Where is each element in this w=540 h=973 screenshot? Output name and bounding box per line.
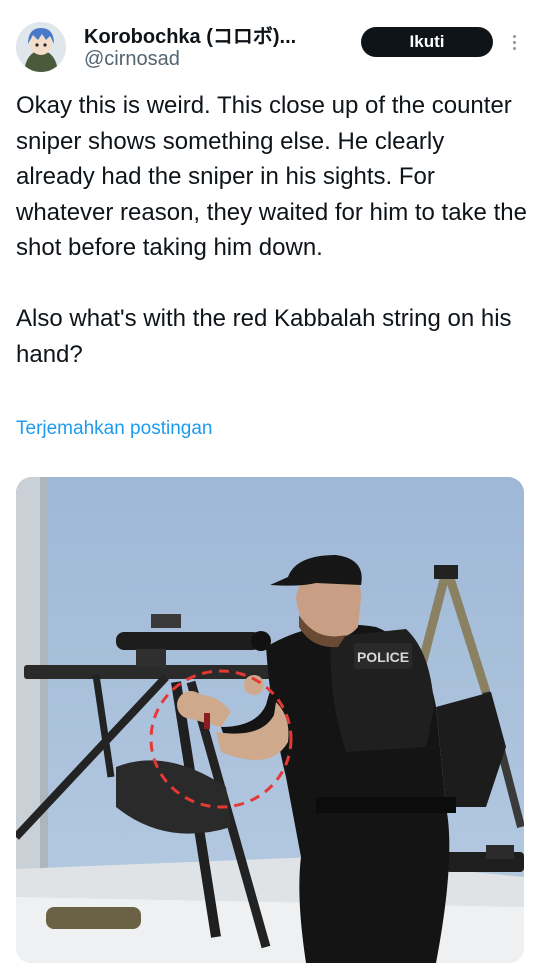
author-handle[interactable]: @cirnosad	[84, 48, 180, 71]
tweet-paragraph: Okay this is weird. This close up of the…	[16, 92, 527, 261]
tweet-text: Okay this is weird. This close up of the…	[16, 88, 528, 372]
author-display-name[interactable]: Korobochka (コロボ)...	[84, 20, 296, 49]
translate-post-link[interactable]: Terjemahkan postingan	[16, 418, 212, 440]
more-vertical-icon[interactable]	[504, 30, 524, 54]
tweet-paragraph: Also what's with the red Kabbalah string…	[16, 305, 512, 368]
follow-button[interactable]: Ikuti	[361, 27, 493, 57]
post-photo[interactable]: POLICE	[16, 477, 524, 963]
avatar-image	[16, 22, 66, 72]
counter-sniper-photo: POLICE	[16, 477, 524, 963]
avatar[interactable]	[16, 22, 66, 72]
police-vest-label: POLICE	[357, 649, 409, 665]
